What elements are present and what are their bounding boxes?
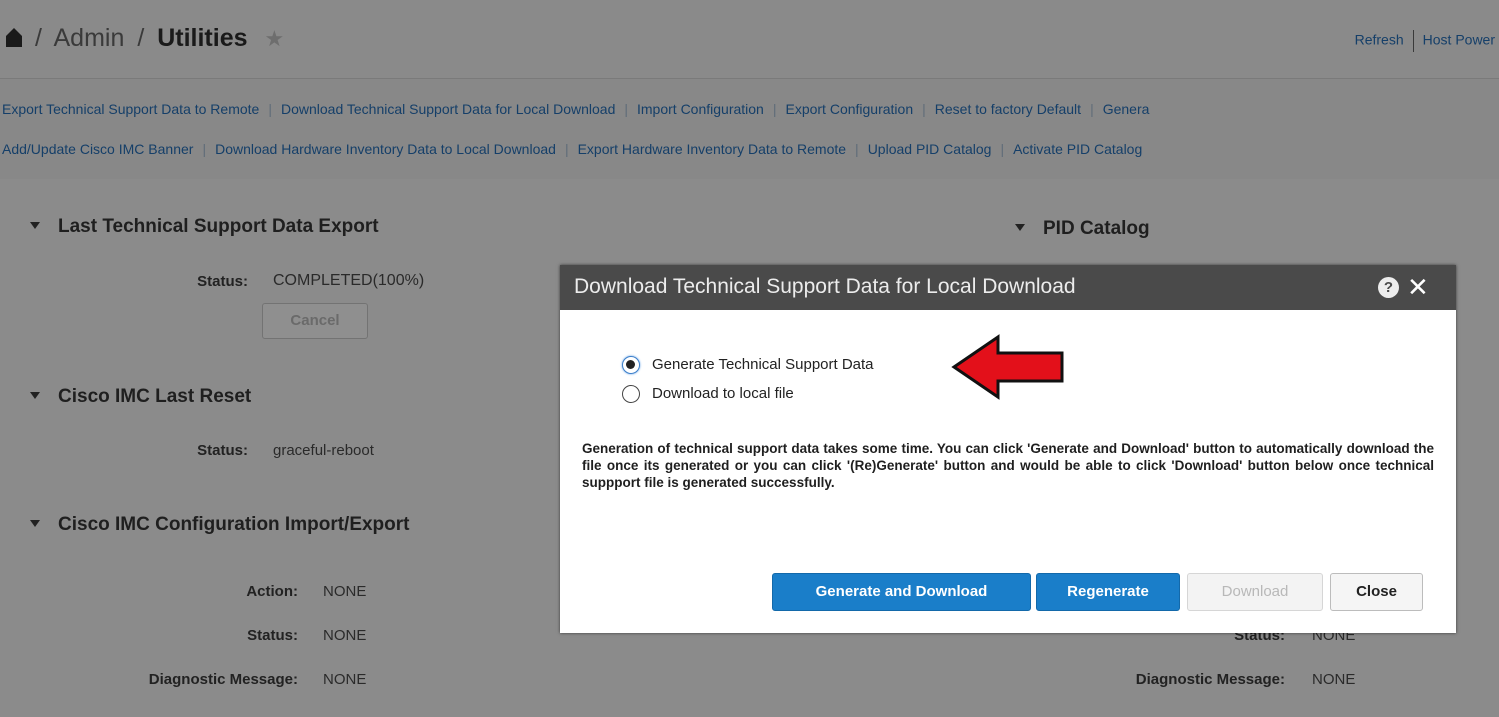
radio-label: Download to local file (652, 385, 794, 402)
diagnostic-label: Diagnostic Message: (148, 671, 298, 688)
utility-links-bar: Export Technical Support Data to Remote |… (0, 79, 1499, 179)
page-title: Utilities (157, 24, 248, 52)
link-separator: | (624, 101, 628, 117)
config-status-value: NONE (323, 627, 367, 644)
dialog-description: Generation of technical support data tak… (582, 441, 1434, 490)
dialog-title-bar: Download Technical Support Data for Loca… (560, 265, 1456, 310)
utility-links-row-2: Add/Update Cisco IMC Banner | Download Har… (2, 141, 1142, 157)
close-button[interactable]: Close (1330, 573, 1423, 611)
radio-label: Generate Technical Support Data (652, 356, 874, 373)
link-separator: | (268, 101, 272, 117)
download-hw-inventory-link[interactable]: Download Hardware Inventory Data to Loca… (215, 141, 556, 157)
export-hw-inventory-link[interactable]: Export Hardware Inventory Data to Remote (578, 141, 846, 157)
link-separator: | (1000, 141, 1005, 157)
section-pid-catalog[interactable]: PID Catalog (1015, 218, 1150, 240)
home-icon[interactable] (6, 25, 22, 54)
collapse-triangle-icon[interactable] (1015, 224, 1025, 231)
help-icon[interactable]: ? (1378, 277, 1399, 298)
utility-links-row-1: Export Technical Support Data to Remote |… (2, 101, 1149, 117)
breadcrumb-separator: / (137, 24, 145, 52)
export-configuration-link[interactable]: Export Configuration (785, 101, 913, 117)
import-configuration-link[interactable]: Import Configuration (637, 101, 764, 117)
tech-support-status-value: COMPLETED(100%) (273, 272, 425, 289)
section-tech-support-export[interactable]: Last Technical Support Data Export (30, 216, 379, 238)
download-button[interactable]: Download (1187, 573, 1323, 611)
radio-unselected-icon[interactable] (622, 385, 640, 403)
link-separator: | (1090, 101, 1094, 117)
section-title: Last Technical Support Data Export (58, 216, 379, 237)
update-imc-banner-link[interactable]: Add/Update Cisco IMC Banner (2, 141, 193, 157)
breadcrumb: / Admin / Utilities ★ (6, 24, 284, 54)
collapse-triangle-icon[interactable] (30, 520, 40, 527)
link-separator: | (855, 141, 859, 157)
config-diagnostic-value: NONE (323, 671, 367, 688)
last-reset-status-value: graceful-reboot (273, 442, 374, 459)
radio-selected-icon[interactable] (622, 356, 640, 374)
red-arrow-icon (951, 334, 1064, 400)
close-icon[interactable]: ✕ (1407, 273, 1429, 301)
section-imc-last-reset[interactable]: Cisco IMC Last Reset (30, 386, 251, 408)
upload-pid-catalog-link[interactable]: Upload PID Catalog (868, 141, 992, 157)
refresh-link[interactable]: Refresh (1355, 32, 1404, 48)
status-label: Status: (197, 442, 248, 459)
host-power-link[interactable]: Host Power (1423, 32, 1495, 48)
status-label: Status: (197, 273, 248, 290)
page-header: / Admin / Utilities ★ Refresh Host Power (0, 0, 1499, 78)
link-separator: | (772, 101, 777, 117)
dialog-title: Download Technical Support Data for Loca… (574, 275, 1076, 298)
section-title: Cisco IMC Last Reset (58, 386, 252, 407)
activate-pid-catalog-link[interactable]: Activate PID Catalog (1013, 141, 1142, 157)
collapse-triangle-icon[interactable] (30, 222, 40, 229)
export-tech-support-remote-link[interactable]: Export Technical Support Data to Remote (2, 101, 259, 117)
link-separator: | (202, 141, 207, 157)
link-separator: | (564, 141, 569, 157)
link-separator: | (922, 101, 926, 117)
section-title: Cisco IMC Configuration Import/Export (58, 514, 410, 535)
breadcrumb-separator: / (34, 24, 42, 52)
regenerate-button[interactable]: Regenerate (1036, 573, 1180, 611)
generate-link[interactable]: Genera (1103, 101, 1150, 117)
cancel-button[interactable]: Cancel (262, 303, 368, 339)
breadcrumb-admin[interactable]: Admin (53, 24, 124, 52)
download-tech-support-dialog: Download Technical Support Data for Loca… (560, 265, 1456, 633)
action-divider (1412, 30, 1414, 52)
status-label: Status: (247, 627, 298, 644)
section-title: PID Catalog (1043, 218, 1150, 239)
header-actions: Refresh Host Power (1355, 30, 1495, 52)
config-action-value: NONE (323, 583, 367, 600)
diagnostic-label: Diagnostic Message: (1135, 671, 1285, 688)
download-tech-support-local-link[interactable]: Download Technical Support Data for Loca… (281, 101, 615, 117)
reset-factory-default-link[interactable]: Reset to factory Default (935, 101, 1081, 117)
generate-and-download-button[interactable]: Generate and Download (772, 573, 1031, 611)
action-label: Action: (246, 583, 298, 600)
section-config-import-export[interactable]: Cisco IMC Configuration Import/Export (30, 514, 410, 536)
pid-diagnostic-value: NONE (1312, 671, 1356, 688)
favorite-star-icon[interactable]: ★ (264, 26, 284, 51)
collapse-triangle-icon[interactable] (30, 392, 40, 399)
